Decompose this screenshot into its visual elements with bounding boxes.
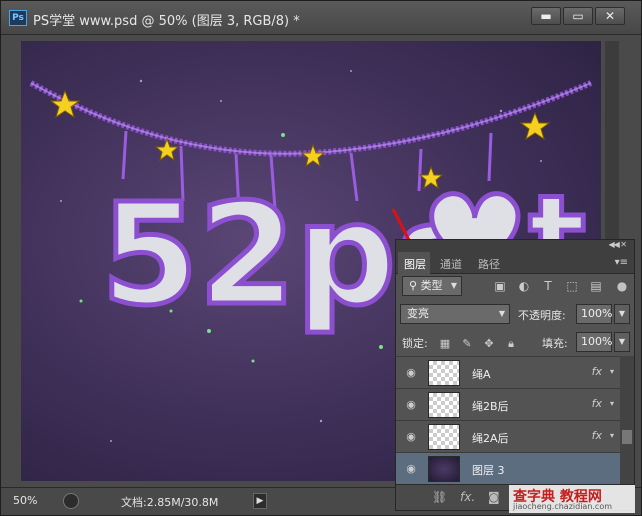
- layer-name: 绳A: [472, 368, 491, 381]
- minimize-button[interactable]: ▬: [531, 7, 561, 25]
- filter-kind-select[interactable]: ⚲ 类型 ▼: [402, 276, 462, 296]
- layer-thumbnail: [428, 392, 460, 418]
- layer-thumbnail: [428, 360, 460, 386]
- lock-all-icon[interactable]: 🔒︎: [504, 337, 518, 351]
- document-window: Ps PS学堂 www.psd @ 50% (图层 3, RGB/8) * ▬ …: [0, 0, 642, 516]
- layer-row[interactable]: ◉ 绳2B后 fx ▾: [396, 388, 620, 420]
- visibility-eye-icon[interactable]: ◉: [404, 366, 418, 380]
- filter-search-icon: ⚲: [409, 279, 421, 292]
- info-icon[interactable]: [63, 493, 79, 509]
- document-info: 文档:2.85M/30.8M: [121, 496, 219, 509]
- watermark: 查字典 教程网 jiaocheng.chazidian.com: [509, 485, 635, 513]
- status-menu-button[interactable]: ▶: [253, 493, 267, 509]
- fx-icon[interactable]: fx.: [460, 490, 475, 504]
- expand-effects-icon[interactable]: ▾: [610, 399, 614, 408]
- tab-paths[interactable]: 路径: [478, 256, 500, 272]
- blend-mode-select[interactable]: 变亮 ▼: [400, 304, 510, 324]
- fill-input[interactable]: 100%: [576, 332, 612, 352]
- layer-name: 绳2A后: [472, 432, 509, 445]
- layer-name: 图层 3: [472, 464, 505, 477]
- filter-toggle-icon[interactable]: ●: [614, 278, 630, 294]
- layer-thumbnail: [428, 456, 460, 482]
- collapse-icon[interactable]: ◀◀ ✕: [608, 240, 627, 249]
- layer-name: 绳2B后: [472, 400, 509, 413]
- garland-rope: [29, 80, 593, 157]
- zoom-level[interactable]: 50%: [13, 494, 37, 507]
- visibility-eye-icon[interactable]: ◉: [404, 398, 418, 412]
- expand-effects-icon[interactable]: ▾: [610, 431, 614, 440]
- image-filter-icon[interactable]: ▣: [492, 278, 508, 294]
- watermark-sub: jiaocheng.chazidian.com: [513, 502, 613, 511]
- fill-dropdown[interactable]: ▼: [614, 332, 630, 352]
- photoshop-logo-icon: Ps: [9, 10, 27, 26]
- visibility-eye-icon[interactable]: ◉: [404, 462, 418, 476]
- lock-transparent-icon[interactable]: ▦: [438, 337, 452, 351]
- layers-scrollbar[interactable]: [620, 356, 634, 484]
- visibility-eye-icon[interactable]: ◉: [404, 430, 418, 444]
- layers-panel: ◀◀ ✕ 图层 通道 路径 ▾≡ ⚲ 类型 ▼ ▣ ◐ T ⬚ ▤ ● 变亮 ▼…: [395, 239, 635, 511]
- panel-header: ◀◀ ✕: [396, 240, 634, 252]
- layer-row[interactable]: ◉ 绳A fx ▾: [396, 356, 620, 388]
- layer-row[interactable]: ◉ 绳2A后 fx ▾: [396, 420, 620, 452]
- layer-effects-icon[interactable]: fx: [592, 397, 602, 410]
- maximize-button[interactable]: ▭: [563, 7, 593, 25]
- layer-row-selected[interactable]: ◉ 图层 3: [396, 452, 620, 484]
- close-button[interactable]: ✕: [595, 7, 625, 25]
- opacity-input[interactable]: 100%: [576, 304, 612, 324]
- mask-icon[interactable]: ◙: [488, 490, 500, 504]
- lock-label: 锁定:: [402, 337, 428, 350]
- opacity-dropdown[interactable]: ▼: [614, 304, 630, 324]
- opacity-label: 不透明度:: [518, 309, 566, 322]
- lock-position-icon[interactable]: ✥: [482, 337, 496, 351]
- smart-object-filter-icon[interactable]: ▤: [588, 278, 604, 294]
- lock-image-icon[interactable]: ✎: [460, 337, 474, 351]
- panel-tabs: 图层 通道 路径 ▾≡: [396, 252, 634, 274]
- layer-effects-icon[interactable]: fx: [592, 429, 602, 442]
- shape-filter-icon[interactable]: ⬚: [564, 278, 580, 294]
- layer-thumbnail: [428, 424, 460, 450]
- layers-list: ◉ 绳A fx ▾ ◉ 绳2B后 fx ▾ ◉ 绳2A后 fx ▾ ◉ 图层 3: [396, 356, 620, 484]
- expand-effects-icon[interactable]: ▾: [610, 367, 614, 376]
- link-icon[interactable]: ⛓: [432, 490, 447, 504]
- document-title: PS学堂 www.psd @ 50% (图层 3, RGB/8) *: [33, 14, 300, 29]
- panel-menu-icon[interactable]: ▾≡: [615, 257, 628, 268]
- layer-effects-icon[interactable]: fx: [592, 365, 602, 378]
- type-filter-icon[interactable]: T: [540, 278, 556, 294]
- tab-channels[interactable]: 通道: [440, 256, 462, 272]
- adjustment-filter-icon[interactable]: ◐: [516, 278, 532, 294]
- title-bar: Ps PS学堂 www.psd @ 50% (图层 3, RGB/8) * ▬ …: [1, 1, 641, 35]
- tab-layers[interactable]: 图层: [404, 256, 426, 272]
- fill-label: 填充:: [542, 337, 568, 350]
